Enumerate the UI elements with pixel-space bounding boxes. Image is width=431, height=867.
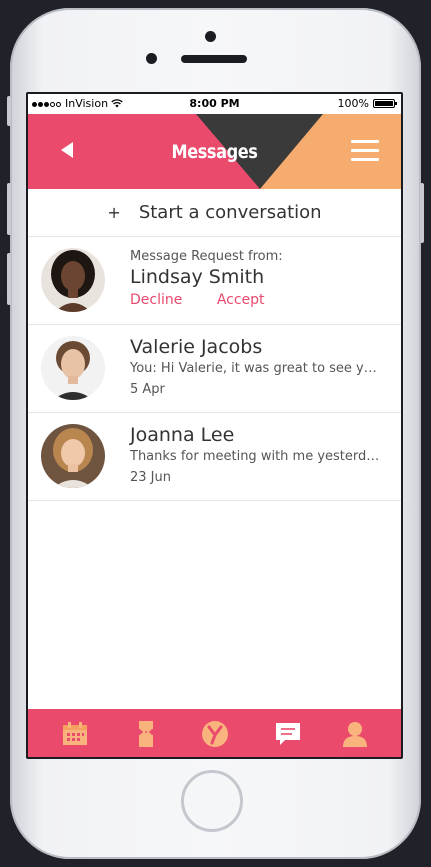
volume-up-button <box>7 183 11 235</box>
message-date: 5 Apr <box>130 382 165 397</box>
request-label: Message Request from: <box>130 249 283 264</box>
contact-name: Joanna Lee <box>130 424 235 446</box>
proximity-sensor <box>146 53 157 64</box>
earpiece-speaker <box>181 55 247 63</box>
avatar <box>41 248 105 312</box>
silent-switch <box>7 96 11 126</box>
screen: InVision 8:00 PM 100% Messages + Start a… <box>26 92 403 759</box>
battery-icon <box>373 99 397 108</box>
message-preview: Thanks for meeting with me yesterd… <box>130 449 380 464</box>
menu-button[interactable] <box>351 140 379 162</box>
conversation-row[interactable]: Joanna Lee Thanks for meeting with me ye… <box>28 413 401 501</box>
app-header: Messages <box>28 114 401 189</box>
app-view: InVision 8:00 PM 100% Messages + Start a… <box>28 94 401 757</box>
chat-icon <box>276 723 300 745</box>
ticket-icon <box>139 721 153 747</box>
avatar <box>41 424 105 488</box>
plus-icon: + <box>107 203 121 222</box>
page-title: Messages <box>171 141 258 163</box>
home-button[interactable] <box>181 770 243 832</box>
start-conversation-button[interactable]: + Start a conversation <box>28 189 401 237</box>
front-camera <box>205 31 216 42</box>
tab-calendar[interactable] <box>60 719 90 749</box>
status-bar: InVision 8:00 PM 100% <box>28 94 401 114</box>
profile-icon <box>343 722 367 747</box>
start-conversation-label: Start a conversation <box>138 202 322 223</box>
battery-status: 100% <box>337 97 397 110</box>
tab-messages[interactable] <box>273 719 303 749</box>
contact-name: Lindsay Smith <box>130 266 265 288</box>
contact-name: Valerie Jacobs <box>130 336 263 358</box>
calendar-icon <box>63 722 87 745</box>
tab-home[interactable] <box>200 719 230 749</box>
hamburger-icon-line <box>351 149 379 152</box>
hamburger-icon-line <box>351 158 379 161</box>
message-date: 23 Jun <box>130 470 171 485</box>
battery-percent: 100% <box>337 97 369 110</box>
accept-button[interactable]: Accept <box>217 292 265 308</box>
volume-down-button <box>7 253 11 305</box>
conversation-row[interactable]: Valerie Jacobs You: Hi Valerie, it was g… <box>28 325 401 413</box>
tab-bar <box>28 709 401 757</box>
power-button <box>420 183 424 243</box>
hamburger-icon <box>351 140 379 143</box>
message-preview: You: Hi Valerie, it was great to see yo… <box>130 361 380 376</box>
avatar <box>41 336 105 400</box>
conversation-row-request[interactable]: Message Request from: Lindsay Smith Decl… <box>28 237 401 325</box>
decline-button[interactable]: Decline <box>130 292 182 308</box>
y-logo-icon <box>202 721 228 747</box>
tab-profile[interactable] <box>340 719 370 749</box>
tab-tickets[interactable] <box>131 719 161 749</box>
